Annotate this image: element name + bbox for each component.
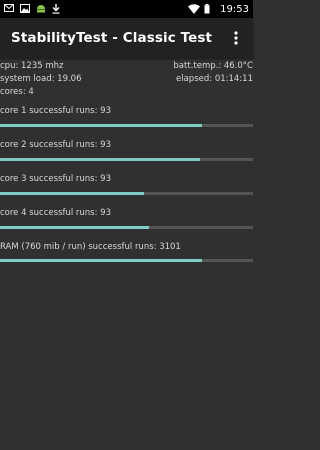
system-load: system load: 19.06: [0, 74, 82, 84]
status-icons-right: 19:53: [188, 4, 249, 15]
progress-fill: [0, 226, 150, 229]
elapsed-time: elapsed: 01:14:11: [176, 74, 253, 84]
test-label: core 4 successful runs: 93: [0, 208, 111, 218]
stats-row-3: cores: 4: [0, 86, 253, 99]
download-icon: [52, 4, 62, 14]
test-core-3: core 3 successful runs: 93: [0, 173, 253, 195]
app-title: StabilityTest - Classic Test: [11, 30, 213, 46]
stats-panel: cpu: 1235 mhz batt.temp.: 46.0°C system …: [0, 58, 253, 99]
image-icon: [20, 4, 30, 14]
status-bar: 19:53: [0, 0, 253, 18]
wifi-icon: [188, 4, 201, 14]
progress-bar: [0, 192, 253, 195]
progress-bar: [0, 124, 253, 127]
core-count: cores: 4: [0, 87, 34, 97]
battery-temperature: batt.temp.: 46.0°C: [173, 61, 253, 71]
progress-fill: [0, 158, 200, 161]
battery-icon: [204, 4, 214, 14]
stats-row-2: system load: 19.06 elapsed: 01:14:11: [0, 73, 253, 86]
test-core-2: core 2 successful runs: 93: [0, 139, 253, 161]
progress-bar: [0, 226, 253, 229]
test-label: core 3 successful runs: 93: [0, 174, 111, 184]
test-label: core 2 successful runs: 93: [0, 140, 111, 150]
progress-bar: [0, 158, 253, 161]
test-ram: RAM (760 mib / run) successful runs: 310…: [0, 241, 253, 262]
status-icons-left: [4, 4, 62, 14]
test-label: core 1 successful runs: 93: [0, 106, 111, 116]
progress-bar: [0, 259, 253, 262]
app-bar: StabilityTest - Classic Test: [0, 18, 253, 58]
mail-icon: [4, 4, 14, 14]
cpu-frequency: cpu: 1235 mhz: [0, 61, 64, 71]
progress-fill: [0, 192, 145, 195]
clock: 19:53: [220, 3, 249, 15]
android-icon: [36, 4, 46, 14]
progress-fill: [0, 124, 203, 127]
test-label: RAM (760 mib / run) successful runs: 310…: [0, 242, 181, 252]
stats-row-1: cpu: 1235 mhz batt.temp.: 46.0°C: [0, 60, 253, 73]
progress-fill: [0, 259, 203, 262]
test-core-1: core 1 successful runs: 93: [0, 105, 253, 127]
test-core-4: core 4 successful runs: 93: [0, 207, 253, 229]
overflow-menu-icon[interactable]: [229, 28, 243, 48]
